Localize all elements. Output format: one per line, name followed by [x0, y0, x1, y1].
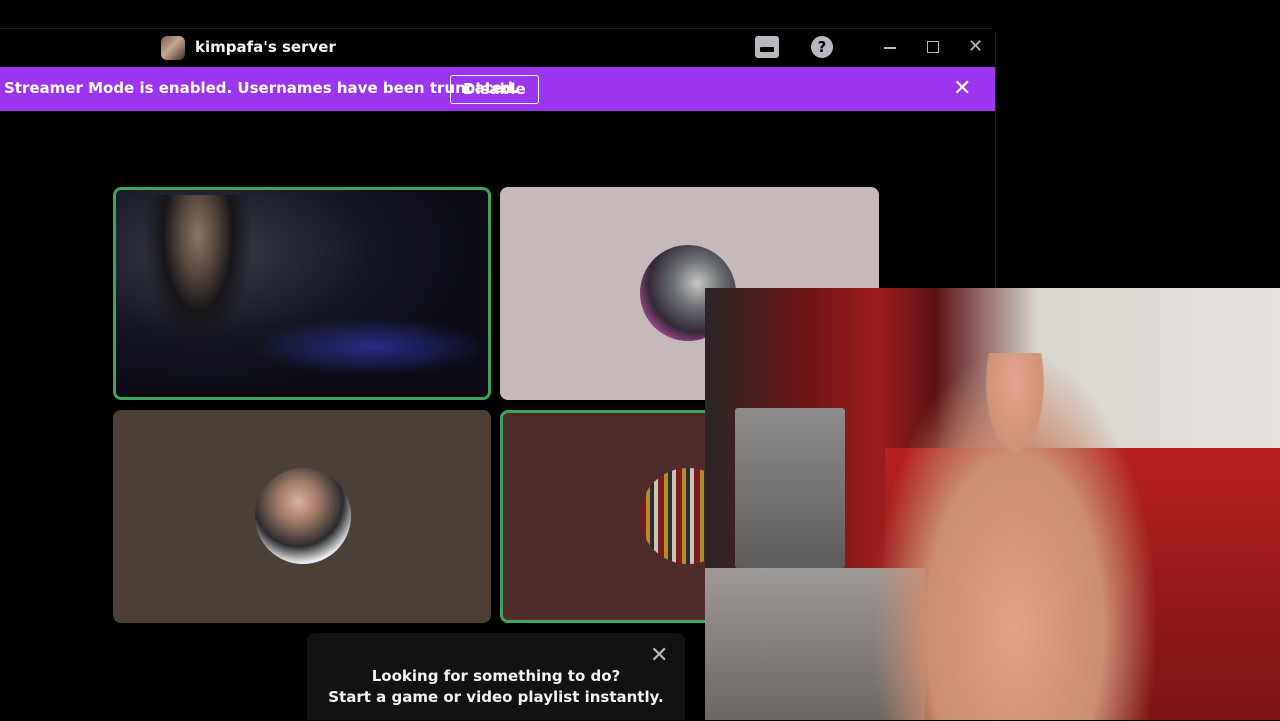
activity-headline: Looking for something to do? [371, 667, 621, 685]
avatar [255, 468, 351, 564]
webcam-overlay [705, 288, 1280, 720]
video-tile-3[interactable] [113, 410, 491, 623]
streamer-mode-banner: Streamer Mode is enabled. Usernames have… [0, 67, 995, 111]
camera-feed [143, 195, 253, 355]
close-icon[interactable]: ✕ [968, 37, 983, 57]
streamer [875, 353, 1155, 720]
banner-close-icon[interactable]: ✕ [953, 76, 971, 102]
help-icon[interactable]: ? [811, 36, 833, 58]
keyboard-glow [253, 317, 491, 377]
inbox-icon[interactable] [755, 36, 779, 58]
minimize-icon[interactable] [884, 47, 896, 49]
server-title: kimpafa's server [195, 38, 336, 56]
activity-close-icon[interactable]: ✕ [650, 643, 668, 669]
banner-message: Streamer Mode is enabled. Usernames have… [4, 79, 519, 97]
fridge [735, 408, 845, 568]
activity-subline[interactable]: Start a game or video playlist instantly… [307, 688, 685, 706]
video-tile-1[interactable] [113, 187, 491, 400]
maximize-icon[interactable] [927, 41, 939, 53]
disable-button[interactable]: Disable [450, 75, 539, 104]
server-icon [161, 36, 185, 60]
title-bar: kimpafa's server ? ✕ [0, 29, 995, 67]
activity-prompt: ✕ Looking for something to do? Start a g… [307, 633, 685, 720]
